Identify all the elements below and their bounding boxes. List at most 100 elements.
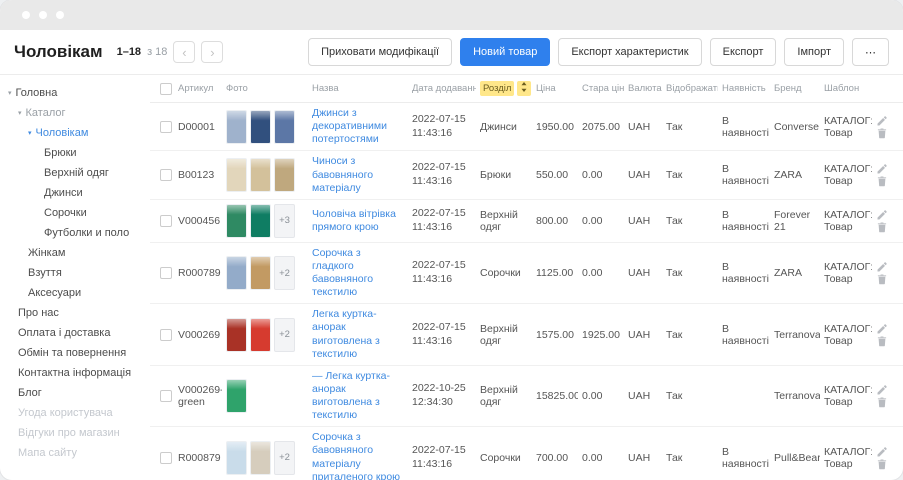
edit-icon[interactable] bbox=[876, 446, 888, 458]
more-photos-badge[interactable]: +2 bbox=[274, 441, 295, 475]
product-name-link[interactable]: — Легка куртка-анорак виготовлена з текс… bbox=[312, 370, 404, 423]
column-header[interactable]: Бренд bbox=[770, 75, 820, 103]
export-characteristics-button[interactable]: Експорт характеристик bbox=[558, 38, 701, 66]
edit-icon[interactable] bbox=[876, 261, 888, 273]
date-added-cell: 2022-10-2512:34:30 bbox=[408, 365, 476, 427]
actions-column-header bbox=[872, 75, 903, 103]
sidebar-item[interactable]: Відгуки про магазин bbox=[0, 423, 150, 443]
name-cell: — Легка куртка-анорак виготовлена з текс… bbox=[308, 365, 408, 427]
export-button[interactable]: Експорт bbox=[710, 38, 777, 66]
edit-icon[interactable] bbox=[876, 163, 888, 175]
product-name-link[interactable]: Чиноси з бавовняного матеріалу bbox=[312, 155, 404, 194]
row-checkbox[interactable] bbox=[160, 452, 172, 464]
row-checkbox[interactable] bbox=[160, 169, 172, 181]
edit-icon[interactable] bbox=[876, 209, 888, 221]
delete-icon[interactable] bbox=[876, 221, 888, 233]
products-table: АртикулФотоНазваДата додаванняРозділЦіна… bbox=[150, 75, 903, 480]
product-name-link[interactable]: Сорочка з гладкого бавовняного текстилю bbox=[312, 247, 404, 300]
display-cell: Так bbox=[662, 151, 718, 199]
product-name-link[interactable]: Легка куртка-анорак виготовлена з тексти… bbox=[312, 308, 404, 361]
column-header[interactable]: Дата додавання bbox=[408, 75, 476, 103]
delete-icon[interactable] bbox=[876, 335, 888, 347]
column-header[interactable]: Розділ bbox=[476, 75, 532, 103]
chevron-down-icon[interactable]: ▾ bbox=[8, 90, 12, 97]
chevron-down-icon[interactable]: ▾ bbox=[18, 110, 22, 117]
row-checkbox[interactable] bbox=[160, 329, 172, 341]
toolbar: Чоловікам 1–18 з 18 ‹ › Приховати модифі… bbox=[0, 30, 903, 74]
sidebar-item[interactable]: Про нас bbox=[0, 303, 150, 323]
display-cell: Так bbox=[662, 365, 718, 427]
sidebar-item[interactable]: Угода користувача bbox=[0, 403, 150, 423]
product-name-link[interactable]: Сорочка з бавовняного матеріалу притален… bbox=[312, 431, 404, 480]
row-checkbox-cell bbox=[150, 199, 174, 242]
pagination-next-button[interactable]: › bbox=[201, 41, 223, 63]
edit-icon[interactable] bbox=[876, 323, 888, 335]
column-header[interactable]: Артикул bbox=[174, 75, 222, 103]
sidebar-item[interactable]: Взуття bbox=[0, 263, 150, 283]
row-checkbox[interactable] bbox=[160, 390, 172, 402]
window-titlebar bbox=[0, 0, 903, 30]
column-header[interactable]: Стара ціна bbox=[578, 75, 624, 103]
sidebar-item[interactable]: Оплата і доставка bbox=[0, 323, 150, 343]
column-header[interactable]: Наявність bbox=[718, 75, 770, 103]
sidebar-item[interactable]: Джинси bbox=[0, 183, 150, 203]
sku-cell: B00123 bbox=[174, 151, 222, 199]
more-photos-badge[interactable]: +2 bbox=[274, 318, 295, 352]
sidebar-item[interactable]: ▾Чоловікам bbox=[0, 123, 150, 143]
display-cell: Так bbox=[662, 304, 718, 366]
chevron-down-icon[interactable]: ▾ bbox=[28, 130, 32, 137]
products-table-wrap: АртикулФотоНазваДата додаванняРозділЦіна… bbox=[150, 75, 903, 480]
old-price-cell: 1925.00 bbox=[578, 304, 624, 366]
sidebar-item[interactable]: Обмін та повернення bbox=[0, 343, 150, 363]
name-cell: Сорочка з гладкого бавовняного текстилю bbox=[308, 242, 408, 304]
column-header[interactable]: Валюта bbox=[624, 75, 662, 103]
sidebar-item[interactable]: Брюки bbox=[0, 143, 150, 163]
select-all-checkbox[interactable] bbox=[160, 83, 172, 95]
sidebar-item[interactable]: Жінкам bbox=[0, 243, 150, 263]
more-button[interactable]: ⋯ bbox=[852, 38, 889, 66]
edit-icon[interactable] bbox=[876, 115, 888, 127]
import-button[interactable]: Імпорт bbox=[784, 38, 844, 66]
sidebar-item[interactable]: Сорочки bbox=[0, 203, 150, 223]
product-name-link[interactable]: Джинси з декоративними потертостями bbox=[312, 107, 404, 146]
row-checkbox[interactable] bbox=[160, 215, 172, 227]
more-photos-badge[interactable]: +2 bbox=[274, 256, 295, 290]
hide-modifications-button[interactable]: Приховати модифікації bbox=[308, 38, 452, 66]
delete-icon[interactable] bbox=[876, 175, 888, 187]
brand-cell: Terranova bbox=[770, 304, 820, 366]
delete-icon[interactable] bbox=[876, 127, 888, 139]
table-body: D00001Джинси з декоративними потертостям… bbox=[150, 103, 903, 480]
sidebar-item[interactable]: Мапа сайту bbox=[0, 443, 150, 463]
product-name-link[interactable]: Чоловіча вітрівка прямого крою bbox=[312, 208, 404, 234]
column-header[interactable]: Фото bbox=[222, 75, 308, 103]
delete-icon[interactable] bbox=[876, 273, 888, 285]
sidebar-item[interactable]: Аксесуари bbox=[0, 283, 150, 303]
sidebar-item[interactable]: ▾Головна bbox=[0, 83, 150, 103]
sort-arrows-icon[interactable] bbox=[517, 81, 531, 96]
pagination-prev-button[interactable]: ‹ bbox=[173, 41, 195, 63]
sidebar-item[interactable]: Футболки и поло bbox=[0, 223, 150, 243]
sidebar-item[interactable]: Верхній одяг bbox=[0, 163, 150, 183]
sidebar-item[interactable]: Контактна інформація bbox=[0, 363, 150, 383]
window-control-close[interactable] bbox=[22, 11, 30, 19]
window-control-minimize[interactable] bbox=[39, 11, 47, 19]
column-header[interactable]: Назва bbox=[308, 75, 408, 103]
more-photos-badge[interactable]: +3 bbox=[274, 204, 295, 238]
column-header[interactable]: Ціна bbox=[532, 75, 578, 103]
window-control-maximize[interactable] bbox=[56, 11, 64, 19]
product-photo bbox=[250, 204, 271, 238]
column-header[interactable]: Шаблон bbox=[820, 75, 872, 103]
sidebar-item[interactable]: ▾Каталог bbox=[0, 103, 150, 123]
sidebar-item[interactable]: Блог bbox=[0, 383, 150, 403]
actions-cell bbox=[872, 365, 903, 427]
row-checkbox[interactable] bbox=[160, 267, 172, 279]
product-photo bbox=[250, 318, 271, 352]
delete-icon[interactable] bbox=[876, 458, 888, 470]
new-product-button[interactable]: Новий товар bbox=[460, 38, 550, 66]
edit-icon[interactable] bbox=[876, 384, 888, 396]
row-checkbox[interactable] bbox=[160, 121, 172, 133]
product-photo bbox=[226, 256, 247, 290]
delete-icon[interactable] bbox=[876, 396, 888, 408]
old-price-cell: 0.00 bbox=[578, 427, 624, 480]
column-header[interactable]: Відображати bbox=[662, 75, 718, 103]
